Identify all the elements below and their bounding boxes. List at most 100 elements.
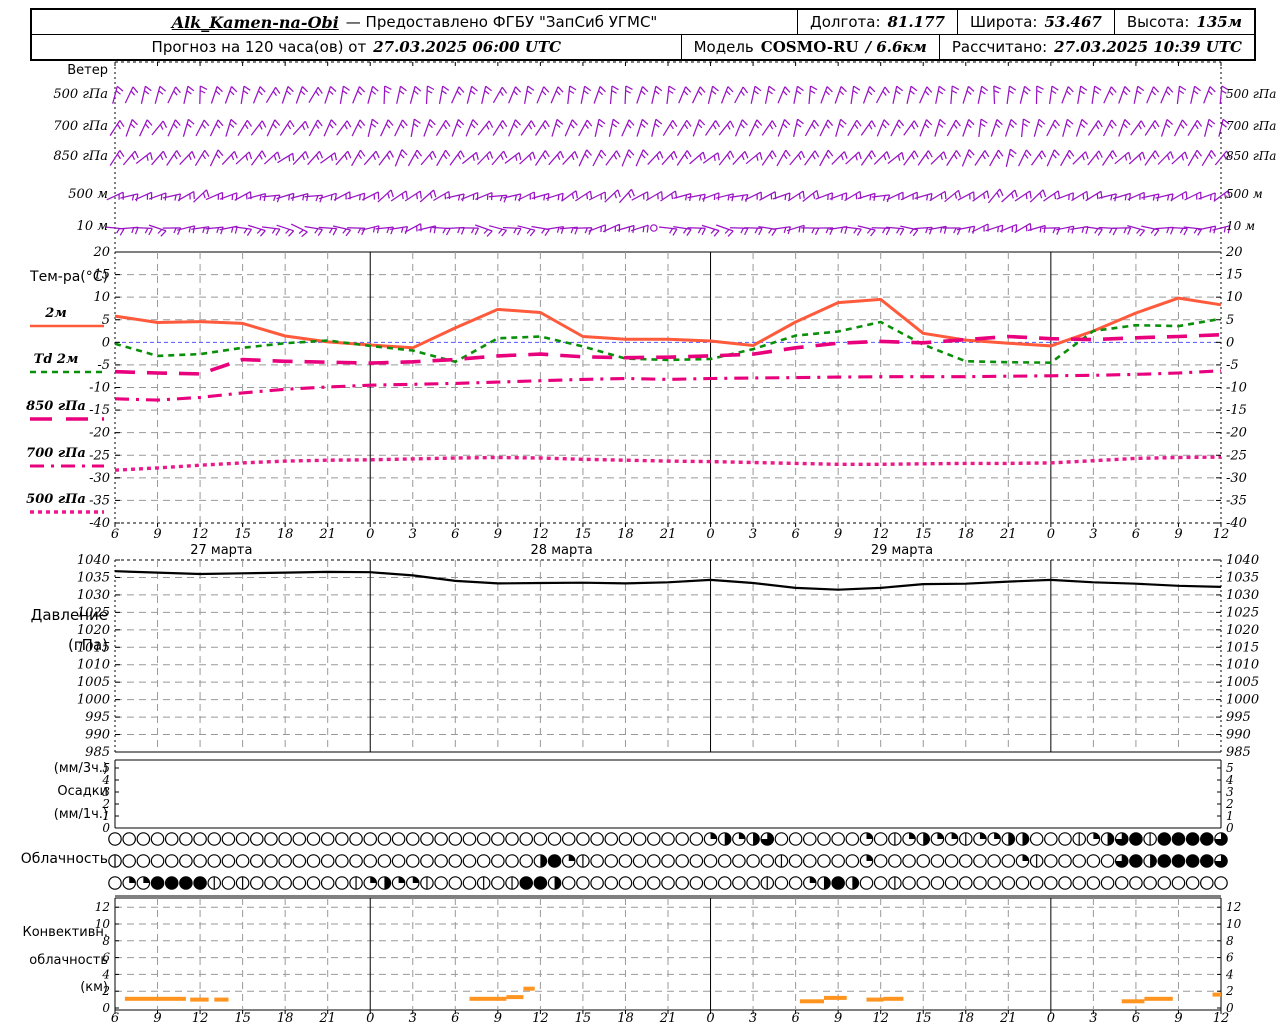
convective-cloud-bar [469,996,507,1001]
pressure-ytick-left: 1010 [77,658,110,673]
hour-label-bottom: 9 [494,1011,502,1024]
pressure-ytick-left: 995 [85,710,110,725]
forecast-label: Прогноз на 120 часа(ов) от [151,38,367,56]
convective-title-2: облачность [29,953,108,968]
pressure-units: (гПа) [67,636,108,654]
hour-label-top: 9 [1174,527,1182,542]
hour-label-top: 15 [575,527,592,542]
pressure-ytick-left: 990 [85,728,110,743]
run-time: 27.03.2025 06:00 UTC [373,38,562,56]
hour-label-bottom: 21 [999,1011,1017,1024]
hour-label-bottom: 18 [277,1011,294,1024]
pressure-ytick-left: 1005 [77,675,110,690]
hour-label-top: 21 [659,527,677,542]
temp-ytick-left: -5 [97,358,110,373]
meteogram-page: 20 20 15 15 10 10 5 5 0 0 -5 -5 -10 -10 -15 -15 -20 -20 -2… [0,0,1280,1024]
hour-label-bottom: 15 [575,1011,592,1024]
hour-label-top: 3 [409,527,417,542]
hour-label-bottom: 9 [1174,1011,1182,1024]
legend-t850: 850 гПа [26,399,86,414]
hour-label-top: 18 [957,527,974,542]
wind-level-700hpa-right: 700 гПа [1226,119,1277,133]
convective-cloud-bar [1144,996,1173,1001]
meteogram-canvas: 20 2015 1510 105 50 0-5 -5-10 -10-15 -15-20 -20-2… [30,61,1259,1024]
wind-level-850hpa-right: 850 гПа [1226,149,1277,163]
hour-label-top: 12 [192,527,209,542]
pressure-ytick-right: 1005 [1226,675,1259,690]
temp-ytick-right: -35 [1226,493,1247,508]
pressure-ytick-right: 1030 [1226,588,1259,603]
convective-units: (км) [80,980,108,995]
altitude-cell: Высота: 135м [1115,13,1254,31]
hour-label-bottom: 6 [111,1011,119,1024]
cloudiness-title: Облачность [20,851,108,867]
temp-ytick-right: -15 [1226,403,1247,418]
hour-label-top: 18 [617,527,634,542]
longitude-cell: Долгота: 81.177 [798,13,957,31]
temp-ytick-right: -25 [1226,448,1247,463]
legend-td2m: Td 2м [33,352,79,367]
convective-cloud-bar [1121,999,1145,1004]
pressure-ytick-right: 990 [1226,728,1251,743]
legend-t500: 500 гПа [26,492,86,507]
pressure-ytick-right: 985 [1226,745,1251,760]
hour-label-bottom: 18 [617,1011,634,1024]
provider-text: — Предоставлено ФГБУ "ЗапСиб УГМС" [345,13,658,31]
wind-level-500hpa-right: 500 гПа [1226,87,1277,101]
temp-ytick-right: -30 [1226,471,1247,486]
conv-ytick-right: 8 [1226,934,1234,948]
latitude-label: Широта: [969,13,1038,31]
hour-label-bottom: 9 [153,1011,161,1024]
hour-label-top: 12 [1213,527,1230,542]
precip-title: Осадки [57,784,108,799]
wind-panel-title: Ветер [67,63,108,78]
pressure-ytick-right: 1035 [1226,570,1259,585]
convective-title-1: Конвективн. [22,925,108,940]
conv-ytick-right: 6 [1226,951,1234,965]
pressure-ytick-right: 1020 [1226,623,1259,638]
calc-cell: Рассчитано: 27.03.2025 10:39 UTC [940,38,1254,56]
hour-label-top: 12 [872,527,889,542]
legend-t700: 700 гПа [26,446,86,461]
legend-t2m: 2м [45,306,67,321]
wind-level-850hpa: 850 гПа [53,149,108,164]
date-label: 28 марта [531,543,593,558]
hour-label-top: 3 [749,527,757,542]
date-label: 27 марта [190,543,252,558]
conv-ytick-right: 10 [1226,917,1242,931]
temp-ytick-left: 0 [102,335,110,350]
model-name: COSMO-RU [760,38,859,56]
precip-units-3h: (мм/3ч.) [53,761,108,776]
wind-level-10m: 10 м [76,219,108,234]
temp-panel-title: Тем-ра(°C) [30,269,108,285]
pressure-ytick-right: 1040 [1226,553,1259,568]
hour-label-bottom: 6 [791,1011,799,1024]
pressure-ytick-left: 1035 [77,570,110,585]
hour-label-bottom: 15 [915,1011,932,1024]
temp-ytick-left: -40 [89,516,110,531]
pressure-ytick-right: 1000 [1226,693,1259,708]
hour-label-bottom: 6 [451,1011,459,1024]
temp-ytick-left: -10 [89,381,110,396]
pressure-ytick-left: 1030 [77,588,110,603]
conv-ytick-left: 0 [102,1001,110,1015]
hour-label-bottom: 15 [234,1011,251,1024]
hour-label-top: 6 [451,527,459,542]
conv-ytick-right: 4 [1225,967,1234,981]
pressure-ytick-right: 1015 [1226,640,1259,655]
precip-ytick-right: 0 [1226,821,1234,835]
forecast-cell: Прогноз на 120 часа(ов) от 27.03.2025 06… [32,38,681,56]
wind-level-700hpa: 700 гПа [53,119,108,134]
hour-label-top: 0 [366,527,374,542]
latitude-value: 53.467 [1044,13,1102,31]
latitude-cell: Широта: 53.467 [958,13,1114,31]
hour-label-top: 6 [111,527,119,542]
temp-ytick-left: -20 [89,426,110,441]
hour-label-bottom: 0 [366,1011,374,1024]
longitude-label: Долгота: [810,13,881,31]
pressure-ytick-right: 1010 [1226,658,1259,673]
convective-cloud-bar [190,997,209,1002]
convective-cloud-bar [866,997,884,1002]
hour-label-top: 9 [834,527,842,542]
wind-level-500m: 500 м [68,187,108,202]
